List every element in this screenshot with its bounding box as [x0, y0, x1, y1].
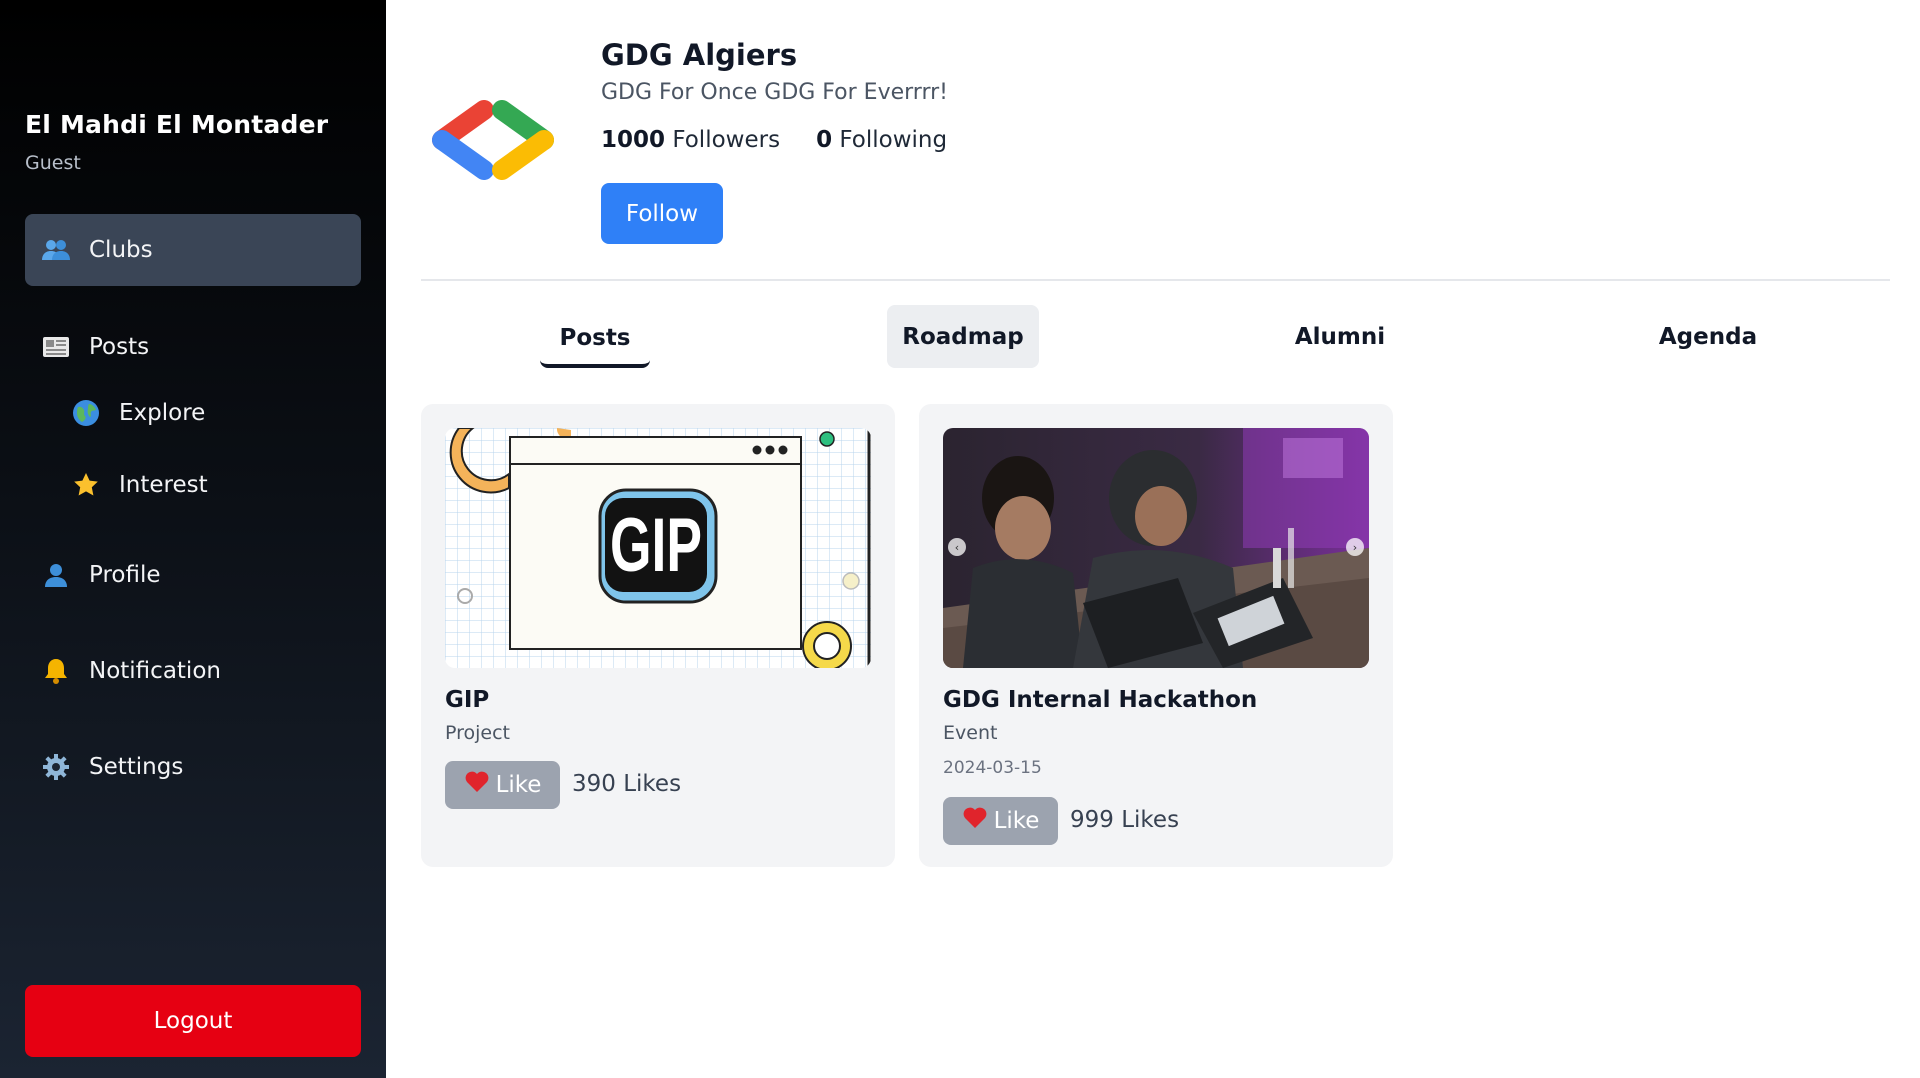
sidebar-item-label: Profile — [89, 562, 161, 588]
post-card[interactable]: ‹ › GDG Internal Hackathon Event 2024-03… — [919, 404, 1393, 867]
sidebar-item-explore[interactable]: Explore — [25, 377, 361, 449]
like-count: 999 Likes — [1070, 807, 1180, 833]
sidebar-item-label: Explore — [119, 400, 206, 426]
user-role: Guest — [25, 152, 81, 174]
carousel-prev-button[interactable]: ‹ — [948, 538, 966, 556]
sidebar-item-interest[interactable]: Interest — [25, 449, 361, 521]
post-title: GDG Internal Hackathon — [943, 687, 1258, 713]
like-count: 390 Likes — [572, 771, 682, 797]
club-logo — [430, 100, 556, 180]
sidebar-item-clubs[interactable]: Clubs — [25, 214, 361, 286]
followers-label: Followers — [672, 127, 781, 153]
sidebar-item-label: Clubs — [89, 237, 153, 263]
sidebar-item-label: Interest — [119, 472, 208, 498]
followers-stat[interactable]: 1000 Followers — [601, 127, 780, 153]
person-icon — [39, 558, 73, 592]
post-image: ‹ › — [943, 428, 1369, 668]
logout-button[interactable]: Logout — [25, 985, 361, 1057]
users-icon — [39, 233, 73, 267]
sidebar-item-label: Settings — [89, 754, 184, 780]
following-label: Following — [839, 127, 948, 153]
like-label: Like — [495, 772, 542, 798]
newspaper-icon — [39, 330, 73, 364]
following-count: 0 — [816, 127, 833, 153]
post-card[interactable]: GIP GIP Project Like 390 Likes — [421, 404, 895, 867]
post-type: Project — [445, 722, 511, 744]
like-button[interactable]: Like — [943, 797, 1058, 845]
post-date: 2024-03-15 — [943, 758, 1042, 778]
post-type: Event — [943, 722, 998, 744]
tab-agenda[interactable]: Agenda — [1638, 305, 1778, 368]
tab-roadmap[interactable]: Roadmap — [887, 305, 1039, 368]
club-tagline: GDG For Once GDG For Everrrr! — [601, 80, 948, 105]
sidebar-item-posts[interactable]: Posts — [25, 311, 361, 383]
gear-icon — [39, 750, 73, 784]
sidebar-item-label: Notification — [89, 658, 221, 684]
user-name: El Mahdi El Montader — [25, 110, 329, 139]
club-stats: 1000 Followers 0 Following — [601, 127, 947, 153]
like-button[interactable]: Like — [445, 761, 560, 809]
following-stat[interactable]: 0 Following — [816, 127, 947, 153]
sidebar-item-label: Posts — [89, 334, 150, 360]
bell-icon — [39, 654, 73, 688]
tab-alumni[interactable]: Alumni — [1270, 305, 1410, 368]
post-image: GIP — [445, 428, 871, 668]
tab-posts[interactable]: Posts — [540, 312, 650, 368]
heart-icon — [962, 806, 988, 836]
sidebar-item-settings[interactable]: Settings — [25, 731, 361, 803]
header-divider — [421, 279, 1890, 281]
star-icon — [69, 468, 103, 502]
post-title: GIP — [445, 687, 490, 713]
like-label: Like — [993, 808, 1040, 834]
sidebar-item-notification[interactable]: Notification — [25, 635, 361, 707]
globe-icon — [69, 396, 103, 430]
sidebar-item-profile[interactable]: Profile — [25, 539, 361, 611]
carousel-next-button[interactable]: › — [1346, 538, 1364, 556]
club-name: GDG Algiers — [601, 38, 798, 72]
heart-icon — [464, 770, 490, 800]
followers-count: 1000 — [601, 127, 666, 153]
sidebar: El Mahdi El Montader Guest Clubs Posts E… — [0, 0, 386, 1078]
gip-logo-text: GIP — [610, 503, 702, 588]
follow-button[interactable]: Follow — [601, 183, 723, 244]
